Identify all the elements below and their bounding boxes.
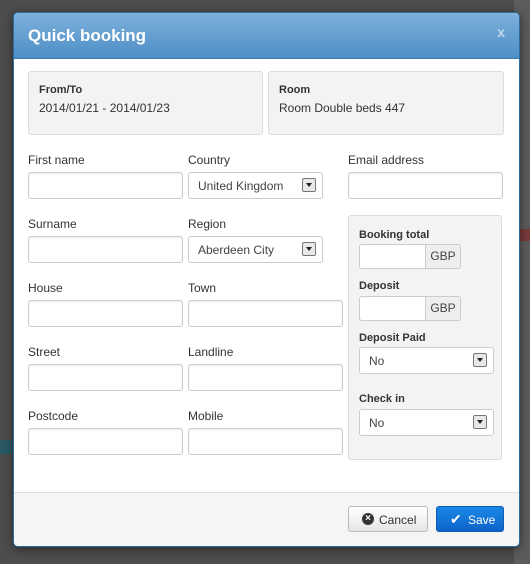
street-field[interactable]	[28, 364, 183, 391]
deposit-paid-select[interactable]: No	[359, 347, 494, 374]
cancel-circle-icon: ×	[362, 513, 374, 525]
chevron-down-icon	[302, 242, 316, 256]
deposit-paid-value: No	[369, 354, 385, 368]
room-label: Room	[279, 84, 311, 96]
house-field[interactable]	[28, 300, 183, 327]
deposit-paid-label: Deposit Paid	[359, 332, 426, 344]
close-icon[interactable]: x	[497, 24, 505, 40]
checkin-value: No	[369, 416, 385, 430]
cancel-button[interactable]: × Cancel	[348, 506, 428, 532]
chevron-down-icon	[302, 178, 316, 192]
room-box: Room Room Double beds 447	[268, 71, 504, 135]
chevron-down-icon	[473, 415, 487, 429]
first-name-label: First name	[28, 153, 85, 167]
house-label: House	[28, 281, 63, 295]
checkin-select[interactable]: No	[359, 409, 494, 436]
deposit-label: Deposit	[359, 280, 400, 292]
surname-label: Surname	[28, 217, 77, 231]
cancel-button-label: Cancel	[379, 513, 417, 527]
region-select[interactable]: Aberdeen City	[188, 236, 323, 263]
booking-panel: Booking total GBP Deposit GBP Deposit Pa…	[348, 215, 502, 460]
email-field[interactable]	[348, 172, 503, 199]
from-to-label: From/To	[39, 84, 83, 96]
from-to-value: 2014/01/21 - 2014/01/23	[39, 101, 170, 115]
deposit-currency: GBP	[425, 296, 461, 321]
first-name-field[interactable]	[28, 172, 183, 199]
from-to-box: From/To 2014/01/21 - 2014/01/23	[28, 71, 263, 135]
country-label: Country	[188, 153, 231, 167]
mobile-field[interactable]	[188, 428, 343, 455]
surname-field[interactable]	[28, 236, 183, 263]
save-button-label: Save	[468, 513, 496, 527]
backdrop-badge	[0, 440, 12, 454]
modal-header: Quick booking x	[14, 13, 519, 59]
region-value: Aberdeen City	[198, 243, 275, 257]
landline-field[interactable]	[188, 364, 343, 391]
modal-title: Quick booking	[28, 26, 147, 45]
chevron-down-icon	[473, 353, 487, 367]
town-label: Town	[188, 281, 217, 295]
booking-total-label: Booking total	[359, 229, 430, 241]
save-button[interactable]: ✔ Save	[436, 506, 504, 532]
email-label: Email address	[348, 153, 425, 167]
room-value: Room Double beds 447	[279, 101, 406, 115]
street-label: Street	[28, 345, 61, 359]
quick-booking-modal: Quick booking x From/To 2014/01/21 - 201…	[13, 12, 520, 547]
landline-label: Landline	[188, 345, 234, 359]
country-value: United Kingdom	[198, 179, 284, 193]
mobile-label: Mobile	[188, 409, 224, 423]
deposit-field[interactable]	[359, 296, 426, 321]
country-select[interactable]: United Kingdom	[188, 172, 323, 199]
town-field[interactable]	[188, 300, 343, 327]
booking-total-currency: GBP	[425, 244, 461, 269]
checkin-label: Check in	[359, 393, 405, 405]
booking-total-field[interactable]	[359, 244, 426, 269]
postcode-label: Postcode	[28, 409, 79, 423]
postcode-field[interactable]	[28, 428, 183, 455]
region-label: Region	[188, 217, 227, 231]
check-icon: ✔	[450, 511, 462, 527]
modal-footer: × Cancel ✔ Save	[14, 492, 519, 546]
